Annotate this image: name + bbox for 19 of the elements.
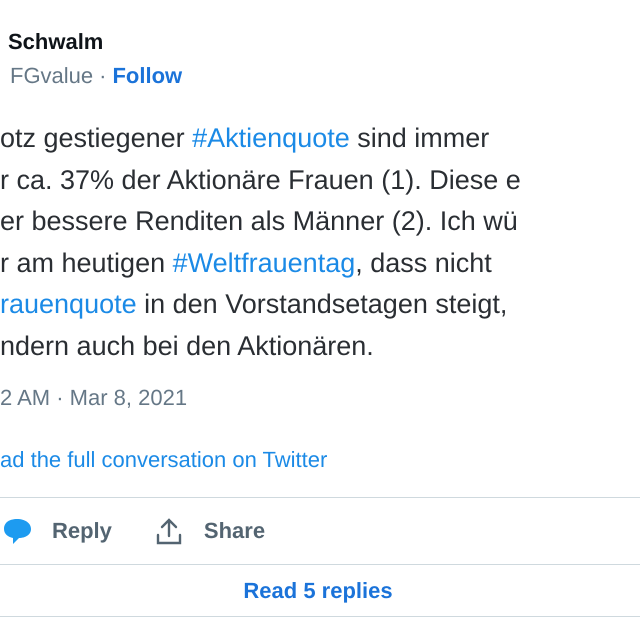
separator-dot: · bbox=[99, 62, 106, 90]
author-name: Schwalm bbox=[8, 28, 104, 56]
read-replies-link[interactable]: Read 5 replies bbox=[243, 578, 393, 604]
share-button[interactable]: Share bbox=[152, 516, 266, 546]
tweet-text-line: ndern auch bei den Aktionären. bbox=[0, 330, 374, 362]
hashtag-link[interactable]: #Aktienquote bbox=[192, 123, 350, 153]
tweet-text-line: rauenquote in den Vorstandsetagen steigt, bbox=[0, 288, 508, 321]
tweet-text-line: r am heutigen #Weltfrauentag, dass nicht bbox=[0, 246, 492, 280]
timestamp: 2 AM · Mar 8, 2021 bbox=[0, 384, 188, 412]
follow-link[interactable]: Follow bbox=[112, 62, 182, 90]
reply-button[interactable]: Reply bbox=[0, 516, 112, 546]
speech-bubble-icon bbox=[2, 516, 32, 546]
tweet-text-line: r ca. 37% der Aktionäre Frauen (1). Diese e bbox=[0, 164, 521, 197]
tweet-text-line: er bessere Renditen als Männer (2). Ich wü bbox=[0, 205, 518, 238]
author-handle: FGvalue bbox=[10, 62, 94, 90]
hashtag-link[interactable]: #Weltfrauentag bbox=[172, 248, 356, 278]
conversation-link[interactable]: ad the full conversation on Twitter bbox=[0, 445, 328, 475]
hashtag-link[interactable]: rauenquote bbox=[0, 289, 137, 319]
tweet-text-line: otz gestiegener #Aktienquote sind immer bbox=[0, 122, 490, 155]
